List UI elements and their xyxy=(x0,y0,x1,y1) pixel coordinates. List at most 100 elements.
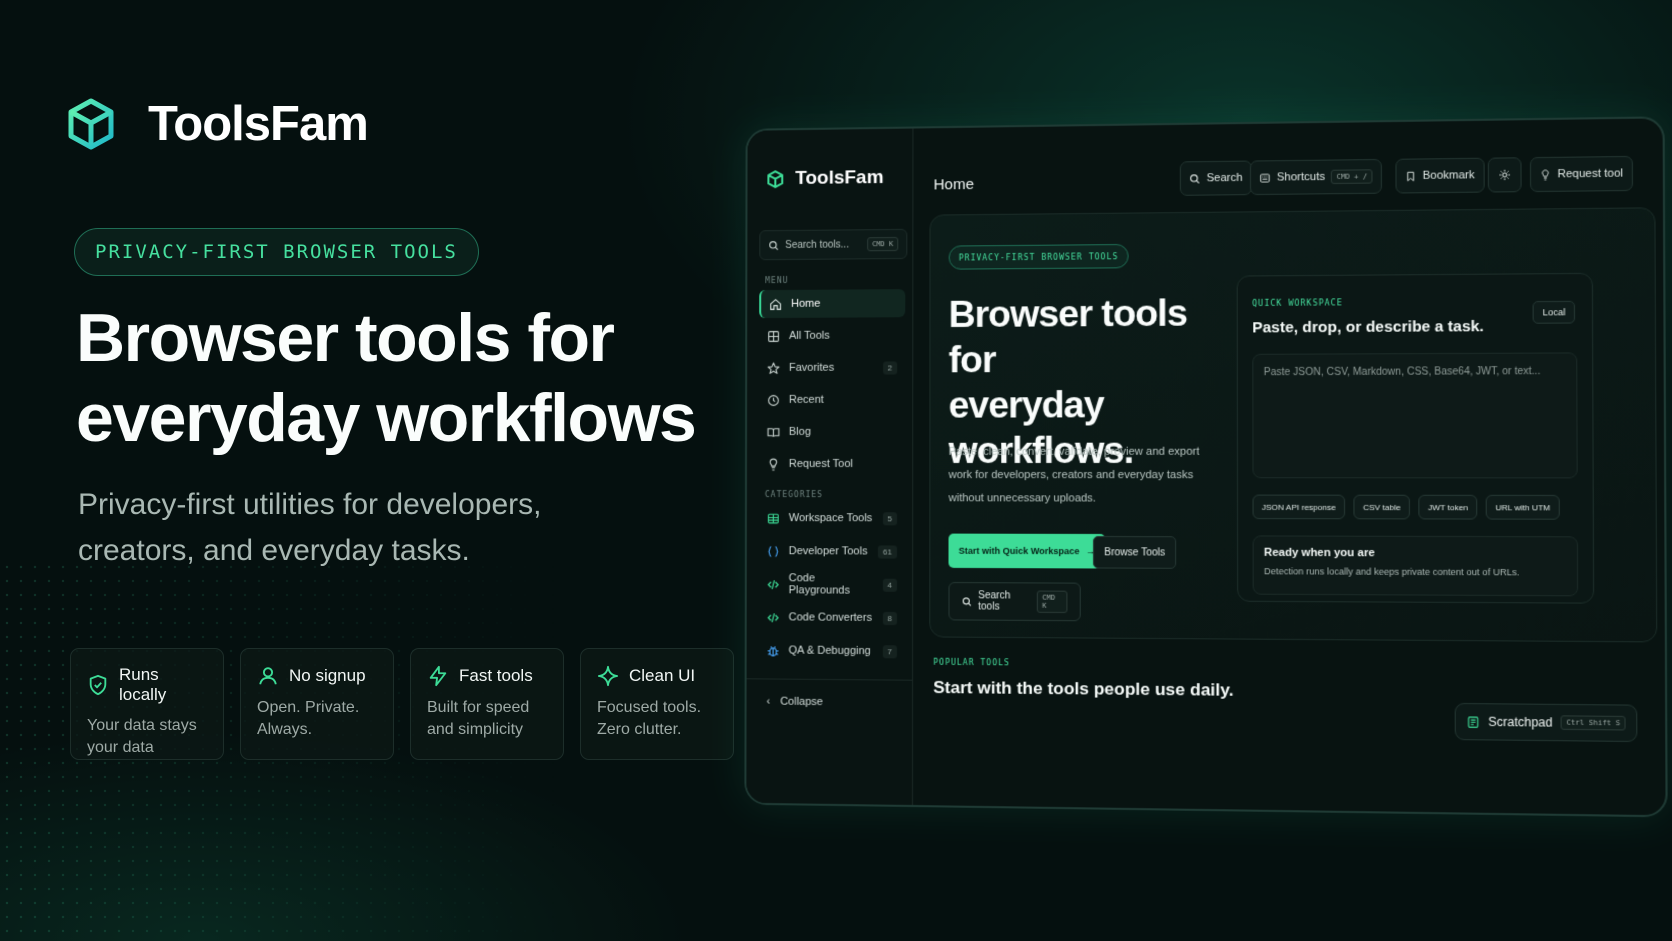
home-icon xyxy=(770,298,781,310)
headline-line: Browser tools for xyxy=(76,300,615,376)
main-content: Home Search Shortcuts CMD + / Bookmark R… xyxy=(913,118,1666,815)
hero-panel: PRIVACY-FIRST BROWSER TOOLS Browser tool… xyxy=(929,207,1658,643)
sidebar-item-blog[interactable]: Blog xyxy=(759,418,905,446)
ready-card: Ready when you are Detection runs locall… xyxy=(1252,535,1579,597)
workspace-input[interactable]: Paste JSON, CSV, Markdown, CSS, Base64, … xyxy=(1252,352,1578,479)
sidebar-item-label: Code Converters xyxy=(788,611,872,624)
panel-description: Paste, clean, convert, validate, preview… xyxy=(949,441,1204,511)
sidebar-item-label: QA & Debugging xyxy=(788,644,871,658)
sidebar-item-favorites[interactable]: Favorites 2 xyxy=(759,353,905,382)
theme-toggle-button[interactable] xyxy=(1487,157,1522,193)
feature-card-no-signup: No signup Open. Private. Always. xyxy=(240,648,394,760)
search-shortcut: CMD K xyxy=(867,236,899,252)
shield-check-icon xyxy=(89,674,107,696)
search-tools-button[interactable]: Search tools CMD K xyxy=(948,582,1081,622)
categories-label: CATEGORIES xyxy=(764,490,823,500)
sidebar-item-label: Favorites xyxy=(788,361,835,374)
sidebar-brand[interactable]: ToolsFam xyxy=(767,167,884,190)
cube-logo-icon xyxy=(68,98,114,150)
sidebar: ToolsFam Search tools... CMD K MENU Home… xyxy=(746,128,914,805)
feature-title: Runs locally xyxy=(119,665,167,704)
popular-label: POPULAR TOOLS xyxy=(933,657,1010,668)
user-icon xyxy=(259,667,277,685)
sidebar-item-label: Workspace Tools xyxy=(788,512,873,525)
chip-csv-table[interactable]: CSV table xyxy=(1353,494,1411,520)
sidebar-item-label: Code Playgrounds xyxy=(788,572,850,597)
shortcuts-button[interactable]: Shortcuts CMD + / xyxy=(1249,158,1382,196)
scratchpad-kbd: Ctrl Shift S xyxy=(1560,715,1626,731)
category-count: 8 xyxy=(882,611,897,625)
scratchpad-label: Scratchpad xyxy=(1488,714,1553,730)
feature-desc: Your data stays xyxy=(87,717,197,734)
chip-jwt-token[interactable]: JWT token xyxy=(1418,494,1478,520)
collapse-label: Collapse xyxy=(780,695,824,709)
popular-title: Start with the tools people use daily. xyxy=(933,677,1234,700)
menu-label: MENU xyxy=(765,275,789,286)
feature-title: Clean UI xyxy=(629,666,696,685)
chip-url-utm[interactable]: URL with UTM xyxy=(1485,494,1560,520)
search-icon xyxy=(1189,173,1200,184)
feature-desc: and simplicity xyxy=(427,721,524,738)
page-title: Home xyxy=(933,175,974,194)
app-window: ToolsFam Search tools... CMD K MENU Home… xyxy=(744,116,1668,818)
feature-desc: your data xyxy=(87,739,154,756)
sidebar-search-input[interactable]: Search tools... CMD K xyxy=(759,228,908,261)
scratchpad-button[interactable]: Scratchpad Ctrl Shift S xyxy=(1454,702,1638,743)
local-badge: Local xyxy=(1533,300,1576,324)
sidebar-item-home[interactable]: Home xyxy=(759,289,906,319)
cube-logo-icon xyxy=(768,170,784,189)
feature-title: No signup xyxy=(289,666,366,685)
feature-desc: Zero clutter. xyxy=(597,721,682,738)
sample-chips: JSON API response CSV table JWT token UR… xyxy=(1252,494,1560,520)
search-kbd: CMD K xyxy=(1037,590,1068,614)
sidebar-item-code-playgrounds[interactable]: Code Playgrounds 4 xyxy=(759,570,905,599)
button-label: Start with Quick Workspace xyxy=(958,545,1080,557)
sidebar-item-label: Recent xyxy=(788,393,824,406)
desc-line: Paste, clean, convert, validate, preview… xyxy=(948,445,1200,458)
category-count: 4 xyxy=(882,578,898,592)
request-tool-label: Request tool xyxy=(1557,167,1624,181)
browse-tools-button[interactable]: Browse Tools xyxy=(1092,535,1177,569)
collapse-button[interactable]: ‹ Collapse xyxy=(766,696,823,709)
feature-desc: Always. xyxy=(257,721,313,738)
hero-headline: Browser tools for everyday workflows xyxy=(76,298,716,458)
sidebar-item-label: Developer Tools xyxy=(788,545,868,558)
sidebar-item-developer-tools[interactable]: Developer Tools 61 xyxy=(759,537,905,566)
desc-line: without unnecessary uploads. xyxy=(948,492,1096,505)
workspace-title: Paste, drop, or describe a task. xyxy=(1252,317,1484,337)
bookmark-button[interactable]: Bookmark xyxy=(1395,157,1485,194)
sidebar-item-label: Blog xyxy=(788,425,811,438)
shortcuts-label: Shortcuts xyxy=(1276,170,1326,184)
request-tool-button[interactable]: Request tool xyxy=(1529,155,1633,193)
search-icon xyxy=(962,596,972,607)
feature-card-fast-tools: Fast tools Built for speed and simplicity xyxy=(410,648,564,760)
subtitle-line: creators, and everyday tasks. xyxy=(78,534,470,567)
sidebar-item-code-converters[interactable]: Code Converters 8 xyxy=(759,603,905,632)
search-placeholder: Search tools... xyxy=(785,238,850,251)
sparkle-icon xyxy=(597,665,619,687)
privacy-pill: PRIVACY-FIRST BROWSER TOOLS xyxy=(948,243,1129,270)
lightbulb-icon xyxy=(1540,169,1552,180)
app-mockup: ToolsFam Search tools... CMD K MENU Home… xyxy=(744,116,1668,818)
start-quick-workspace-button[interactable]: Start with Quick Workspace → xyxy=(948,533,1106,569)
feature-cards: Runs locally Your data stays your data No… xyxy=(70,648,734,760)
search-label: Search xyxy=(1206,171,1243,185)
feature-desc: Built for speed xyxy=(427,699,530,716)
star-icon xyxy=(767,361,779,374)
table-icon xyxy=(767,512,780,525)
chevron-left-icon: ‹ xyxy=(766,695,771,708)
sidebar-item-all-tools[interactable]: All Tools xyxy=(759,321,905,350)
keyboard-icon xyxy=(1259,172,1270,183)
sidebar-item-recent[interactable]: Recent xyxy=(759,386,905,414)
favorites-count: 2 xyxy=(882,360,898,375)
bookmark-icon xyxy=(1405,170,1417,181)
sidebar-item-workspace-tools[interactable]: Workspace Tools 5 xyxy=(759,504,905,532)
chip-json-api[interactable]: JSON API response xyxy=(1252,494,1346,520)
hero-subtitle: Privacy-first utilities for developers, … xyxy=(78,482,638,574)
sidebar-item-qa-debugging[interactable]: QA & Debugging 7 xyxy=(759,636,905,665)
search-button[interactable]: Search xyxy=(1179,160,1252,196)
sidebar-item-request-tool[interactable]: Request Tool xyxy=(759,450,905,478)
desc-line: work for developers, creators and everyd… xyxy=(948,469,1194,482)
category-count: 5 xyxy=(882,511,898,525)
code-icon xyxy=(767,578,780,591)
